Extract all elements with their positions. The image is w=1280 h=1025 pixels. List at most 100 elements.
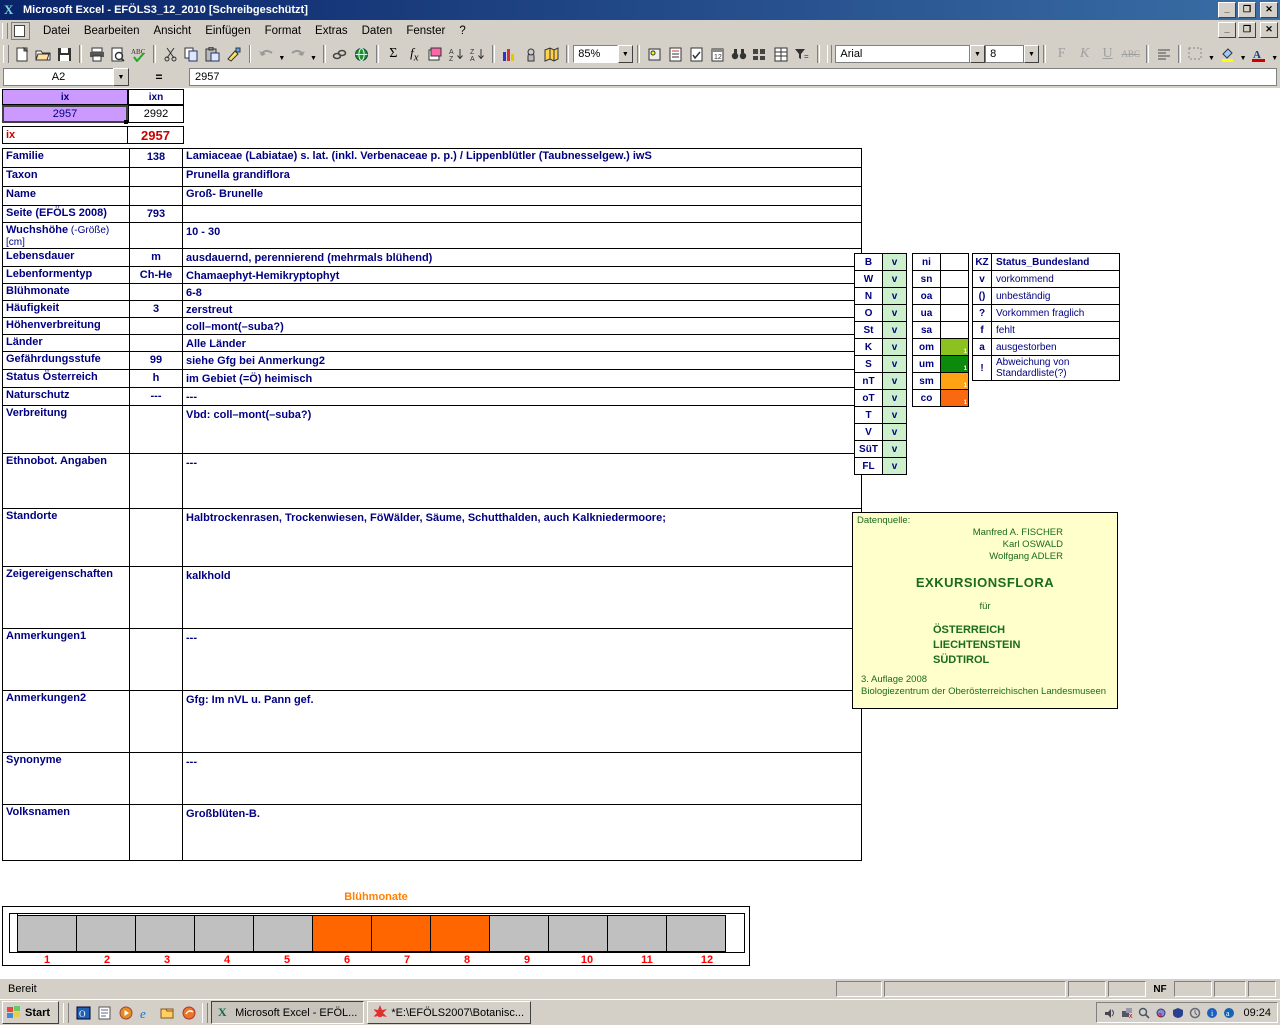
legend-row[interactable]: nT v [854, 372, 907, 390]
legend-value-cell[interactable]: v [882, 372, 907, 390]
formatting-toolbar-grip[interactable] [826, 45, 833, 63]
legend-row[interactable]: Vv [854, 423, 907, 441]
sort-paste-icon[interactable] [425, 44, 446, 65]
row-label-cell[interactable]: Gefährdungsstufe [2, 351, 130, 370]
legend-value-cell[interactable]: v [882, 321, 907, 339]
legend-header-row[interactable]: Bv [854, 253, 907, 271]
doc-close-button[interactable]: ✕ [1260, 22, 1278, 38]
row-value-cell[interactable]: Gfg: Im nVL u. Pann gef. [182, 690, 862, 753]
row-label-cell[interactable]: Höhenverbreitung [2, 317, 130, 335]
table-row[interactable]: Gefährdungsstufe 99 siehe Gfg bei Anmerkun… [2, 351, 862, 370]
legend-row[interactable]: Nv [854, 287, 907, 305]
legend-row[interactable]: sa [912, 321, 969, 339]
underline-button[interactable]: U [1096, 44, 1119, 65]
row-value-cell[interactable]: --- [182, 752, 862, 805]
menu-item-datei[interactable]: Datei [36, 23, 77, 39]
formula-equals-icon[interactable]: = [129, 70, 189, 84]
legend-desc-cell[interactable]: ausgestorben [991, 338, 1120, 356]
sort-ascending-icon[interactable]: AZ [446, 44, 467, 65]
sort-descending-icon[interactable]: ZA [467, 44, 488, 65]
legend-key-cell[interactable]: B [854, 253, 883, 271]
row-code-cell[interactable] [129, 405, 183, 454]
legend-key-cell[interactable]: om [912, 338, 941, 356]
legend-row[interactable]: Ov [854, 304, 907, 322]
legend-value-cell[interactable]: v [882, 253, 907, 271]
print-icon[interactable] [86, 44, 107, 65]
row-code-cell[interactable] [129, 317, 183, 335]
row-value-cell[interactable]: Groß- Brunelle [182, 186, 862, 206]
row-label-cell[interactable]: Volksnamen [2, 804, 130, 861]
legend-key-cell[interactable]: ? [972, 304, 992, 322]
align-left-icon[interactable] [1153, 44, 1174, 65]
row-label-cell[interactable]: Ethnobot. Angaben [2, 453, 130, 509]
legend-color-swatch[interactable]: 1 [940, 372, 969, 390]
acrobat-icon[interactable]: a [1222, 1006, 1236, 1020]
legend-color-swatch[interactable] [940, 270, 969, 288]
legend-row[interactable]: oa [912, 287, 969, 305]
legend-row[interactable]: um 1 [912, 355, 969, 373]
ixn-value-cell[interactable]: 2992 [128, 105, 184, 123]
ix-row-value[interactable]: 2957 [128, 126, 184, 144]
row-label-cell[interactable]: Länder [2, 334, 130, 352]
legend-key-cell[interactable]: SüT [854, 440, 883, 458]
legend-value-cell[interactable]: v [882, 440, 907, 458]
row-value-cell[interactable]: Alle Länder [182, 334, 862, 352]
row-label-cell[interactable]: Anmerkungen2 [2, 690, 130, 753]
row-value-cell[interactable]: kalkhold [182, 566, 862, 629]
row-code-cell[interactable] [129, 508, 183, 567]
legend-header-status[interactable]: Status_Bundesland [991, 253, 1120, 271]
window-split-icon[interactable] [749, 44, 770, 65]
legend-value-cell[interactable]: v [882, 270, 907, 288]
legend-row[interactable]: oT v [854, 389, 907, 407]
bold-button[interactable]: F [1050, 44, 1073, 65]
legend-key-cell[interactable]: co [912, 389, 941, 407]
filter-icon[interactable]: = [792, 44, 813, 65]
notepad-icon[interactable] [94, 1003, 115, 1023]
legend-value-cell[interactable]: v [882, 287, 907, 305]
legend-value-cell[interactable]: v [882, 457, 907, 475]
legend-row[interactable]: St v [854, 321, 907, 339]
legend-key-cell[interactable]: ua [912, 304, 941, 322]
name-box-dropdown-arrow[interactable]: ▼ [113, 68, 129, 86]
strikethrough-button[interactable]: ABC [1119, 44, 1142, 65]
row-value-cell[interactable]: 6-8 [182, 283, 862, 301]
table-row[interactable]: Wuchshöhe (-Größe) [cm] 10 - 30 [2, 222, 862, 249]
row-label-cell[interactable]: Status Österreich [2, 369, 130, 388]
borders-icon[interactable] [1185, 44, 1206, 65]
legend-key-cell[interactable]: sm [912, 372, 941, 390]
font-size-dropdown-arrow[interactable]: ▼ [1023, 45, 1040, 63]
font-name-input[interactable]: Arial [835, 45, 970, 63]
function-icon[interactable]: fx [404, 44, 425, 65]
legend-row[interactable]: sn [912, 270, 969, 288]
row-label-cell[interactable]: Familie [2, 148, 130, 168]
doc-restore-button[interactable]: ❐ [1238, 22, 1256, 38]
legend-desc-cell[interactable]: fehlt [991, 321, 1120, 339]
row-code-cell[interactable] [129, 222, 183, 249]
row-label-cell[interactable]: Zeigereigenschaften [2, 566, 130, 629]
network-icon[interactable]: x [1120, 1006, 1134, 1020]
menu-item-einfuegen[interactable]: Einfügen [198, 23, 257, 39]
legend-row[interactable]: Sv [854, 355, 907, 373]
row-value-cell[interactable] [182, 205, 862, 223]
row-code-cell[interactable] [129, 628, 183, 691]
open-folder-icon[interactable] [33, 44, 54, 65]
row-value-cell[interactable]: siehe Gfg bei Anmerkung2 [182, 351, 862, 370]
row-value-cell[interactable]: coll–mont(–suba?) [182, 317, 862, 335]
legend-color-swatch[interactable]: 1 [940, 389, 969, 407]
new-document-icon[interactable] [12, 44, 33, 65]
legend-row[interactable]: f fehlt [972, 321, 1120, 339]
table-row[interactable]: Verbreitung Vbd: coll–mont(–suba?) [2, 405, 862, 454]
minimize-button[interactable]: _ [1218, 2, 1236, 18]
legend-key-cell[interactable]: oT [854, 389, 883, 407]
row-code-cell[interactable] [129, 752, 183, 805]
doc-minimize-button[interactable]: _ [1218, 22, 1236, 38]
legend-key-cell[interactable]: () [972, 287, 992, 305]
legend-row[interactable]: a ausgestorben [972, 338, 1120, 356]
legend-row[interactable]: SüT v [854, 440, 907, 458]
table-row[interactable]: Höhenverbreitung coll–mont(–suba?) [2, 317, 862, 335]
menu-grip[interactable] [2, 22, 8, 39]
legend-key-cell[interactable]: V [854, 423, 883, 441]
legend-color-swatch[interactable]: 1 [940, 355, 969, 373]
row-value-cell[interactable]: im Gebiet (=Ö) heimisch [182, 369, 862, 388]
copy-icon[interactable] [181, 44, 202, 65]
